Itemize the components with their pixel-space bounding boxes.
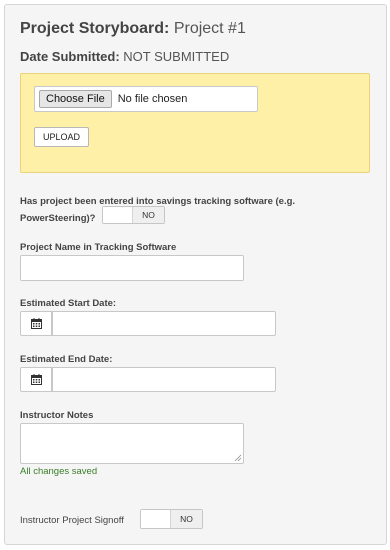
date-submitted-label: Date Submitted: bbox=[20, 49, 120, 64]
resize-grip-icon[interactable] bbox=[234, 454, 242, 462]
instructor-notes-textarea[interactable] bbox=[20, 423, 244, 464]
storyboard-panel: Project Storyboard: Project #1 Date Subm… bbox=[4, 4, 387, 545]
end-date-label: Estimated End Date: bbox=[20, 354, 113, 365]
end-date-calendar-button[interactable] bbox=[20, 367, 52, 392]
title-label: Project Storyboard: bbox=[20, 20, 170, 37]
date-submitted-value: NOT SUBMITTED bbox=[123, 49, 230, 64]
page-title: Project Storyboard: Project #1 bbox=[20, 20, 246, 38]
save-status: All changes saved bbox=[20, 466, 98, 477]
start-date-calendar-button[interactable] bbox=[20, 311, 52, 336]
instructor-notes-label: Instructor Notes bbox=[20, 410, 94, 421]
choose-file-button[interactable]: Choose File bbox=[39, 90, 112, 108]
end-date-input[interactable] bbox=[52, 367, 276, 392]
file-status: No file chosen bbox=[117, 93, 188, 105]
project-name-input[interactable] bbox=[20, 255, 244, 281]
signoff-toggle-state: NO bbox=[171, 510, 202, 528]
signoff-label: Instructor Project Signoff bbox=[20, 515, 124, 526]
date-submitted-row: Date Submitted: NOT SUBMITTED bbox=[20, 49, 229, 64]
toggle-knob bbox=[103, 207, 133, 223]
calendar-icon bbox=[30, 318, 42, 329]
signoff-toggle[interactable]: NO bbox=[140, 509, 203, 529]
start-date-input[interactable] bbox=[52, 311, 276, 336]
tracking-question-label: Has project been entered into savings tr… bbox=[20, 193, 350, 227]
toggle-knob bbox=[141, 510, 171, 528]
tracking-toggle[interactable]: NO bbox=[102, 206, 165, 224]
project-name-label: Project Name in Tracking Software bbox=[20, 242, 177, 253]
file-input[interactable]: Choose File No file chosen bbox=[34, 86, 258, 112]
calendar-icon bbox=[30, 374, 42, 385]
upload-button[interactable]: UPLOAD bbox=[34, 127, 89, 147]
tracking-toggle-state: NO bbox=[133, 207, 164, 223]
upload-box: Choose File No file chosen UPLOAD bbox=[20, 73, 370, 173]
project-name: Project #1 bbox=[173, 20, 246, 37]
start-date-label: Estimated Start Date: bbox=[20, 298, 117, 309]
